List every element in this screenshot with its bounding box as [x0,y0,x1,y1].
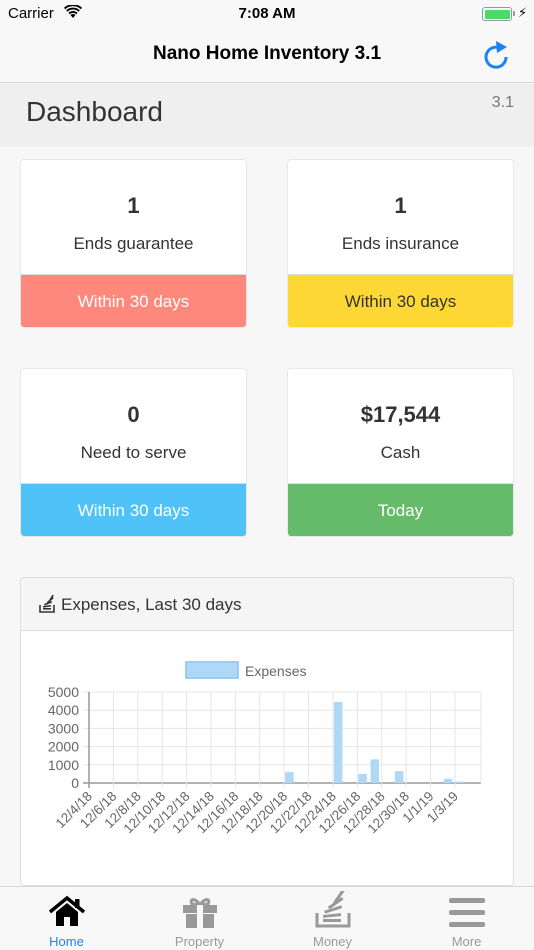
legend-swatch [185,661,239,679]
tab-property[interactable]: Property [133,887,266,950]
tab-label: More [451,934,482,949]
y-tick-label: 3000 [48,720,79,736]
legend-label: Expenses [245,663,306,679]
battery-icon [482,7,512,21]
card-need-to-serve[interactable]: 0 Need to serve Within 30 days [20,368,247,537]
expense-bar [394,771,404,783]
version-label: 3.1 [491,94,514,111]
dashboard-header: Dashboard 3.1 [0,84,534,147]
tab-label: Money [312,934,353,949]
gift-icon [183,898,217,928]
expense-bar [455,781,465,783]
charging-icon: ⚡︎ [518,5,528,20]
card-label: Need to serve [80,443,187,462]
card-ends-insurance[interactable]: 1 Ends insurance Within 30 days [287,159,514,328]
expense-bar [370,759,380,783]
panel-title: Expenses, Last 30 days [61,595,242,614]
tab-more[interactable]: More [400,887,533,950]
stack-icon [315,891,351,928]
card-value: 1 [127,193,140,218]
tab-money[interactable]: Money [266,887,399,950]
app-title: Nano Home Inventory 3.1 [152,43,382,64]
expense-bar [358,773,367,783]
expenses-panel: Expenses, Last 30 days 5000 4000 3000 2000 1… [20,577,514,886]
status-bar: Carrier 7:08 AM ⚡︎ [0,0,534,28]
home-icon [48,895,86,926]
y-tick-label: 0 [71,775,79,791]
menu-icon [449,898,485,927]
y-tick-label: 5000 [48,684,79,700]
y-tick-label: 4000 [48,702,79,718]
refresh-icon [484,41,508,69]
card-cash[interactable]: $17,544 Cash Today [287,368,514,537]
tab-label: Property [174,934,225,949]
tab-home[interactable]: Home [0,887,133,950]
y-tick-label: 2000 [48,739,79,755]
card-label: Ends insurance [341,234,460,253]
expense-bar [443,778,453,783]
y-tick-label: 1000 [48,757,79,773]
stack-icon [39,595,55,613]
panel-heading: Expenses, Last 30 days [21,578,513,631]
expense-bar [333,702,343,783]
card-value: 0 [127,402,140,427]
card-footer-button[interactable]: Within 30 days [21,483,246,536]
battery-tip [513,11,515,16]
tab-bar: Home Property Money More [0,886,534,950]
tab-label: Home [49,934,84,949]
card-footer-button[interactable]: Within 30 days [288,274,513,327]
card-footer-button[interactable]: Within 30 days [21,274,246,327]
card-label: Ends guarantee [73,234,194,253]
clock: 7:08 AM [238,5,296,22]
page-title: Dashboard [26,96,163,127]
card-ends-guarantee[interactable]: 1 Ends guarantee Within 30 days [20,159,247,328]
card-value: 1 [394,193,407,218]
card-value: $17,544 [360,402,441,427]
card-label: Cash [380,443,421,462]
refresh-button[interactable] [480,38,512,72]
expense-bar [285,772,294,783]
expenses-chart: 500040003000200010000 12/4/1812/6/1812/8… [48,661,482,836]
navigation-bar: Nano Home Inventory 3.1 [0,28,534,83]
card-footer-button[interactable]: Today [288,483,513,536]
